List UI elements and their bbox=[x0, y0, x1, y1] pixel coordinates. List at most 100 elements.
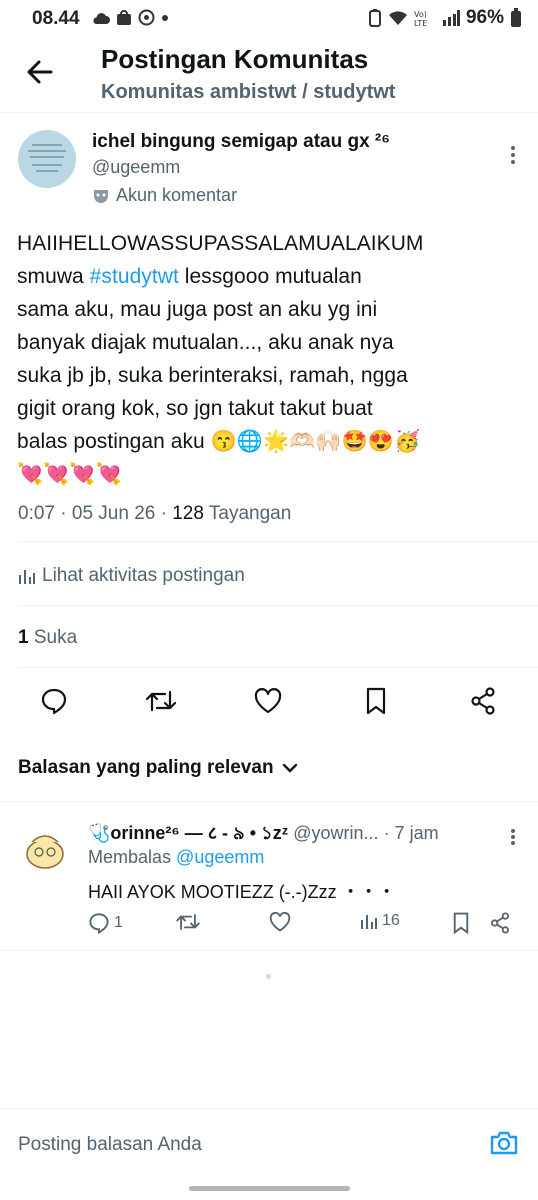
hashtag-link[interactable]: #studytwt bbox=[90, 265, 179, 288]
reply-more-button[interactable] bbox=[510, 828, 516, 846]
post-line-7: balas postingan aku 😙🌐🌟🫶🏻🙌🏻🤩😍🥳 bbox=[17, 430, 421, 453]
battery-percent: 96% bbox=[465, 7, 504, 28]
dot-icon bbox=[162, 14, 168, 21]
heart-icon bbox=[254, 688, 282, 714]
reply-item[interactable]: 🩺orinne²⁶ — ८ - ৯ • ১zᶻ @yowrin... · 7 j… bbox=[0, 801, 538, 951]
top-app-bar: Postingan Komunitas Komunitas ambistwt /… bbox=[0, 36, 538, 113]
reply-icon bbox=[41, 688, 67, 715]
loading-indicator bbox=[266, 974, 271, 979]
reply-view-count: 16 bbox=[382, 912, 400, 929]
share-button[interactable] bbox=[463, 681, 503, 721]
account-type-text: Akun komentar bbox=[116, 185, 238, 205]
post-text: HAIIHELLOWASSUPASSALAMUALAIKUM smuwa #st… bbox=[17, 227, 522, 491]
likes-label: Suka bbox=[33, 627, 78, 648]
heart-icon bbox=[269, 912, 291, 932]
reply-input[interactable]: Posting balasan Anda bbox=[18, 1134, 202, 1156]
post-date: 05 Jun 26 bbox=[71, 503, 156, 524]
views-count: 128 bbox=[172, 503, 204, 524]
reply-author-name[interactable]: 🩺orinne²⁶ — ८ - ৯ • ১zᶻ bbox=[88, 823, 288, 843]
post-meta: 0:07 · 05 Jun 26 · 128 Tayangan bbox=[18, 503, 292, 524]
post-line-6: gigit orang kok, so jgn takut takut buat bbox=[17, 397, 373, 420]
author-name[interactable]: ichel bingung semigap atau gx ²⁶ bbox=[92, 131, 390, 153]
gesture-bar[interactable] bbox=[189, 1186, 350, 1191]
post-line-2-prefix: smuwa bbox=[17, 265, 84, 288]
share-icon bbox=[491, 912, 509, 934]
wifi-icon bbox=[388, 11, 407, 25]
reply-reply-button[interactable]: 1 bbox=[88, 912, 123, 934]
author-handle[interactable]: @ugeemm bbox=[92, 157, 180, 178]
post-line-8: 💘💘💘💘 bbox=[17, 463, 122, 486]
reply-composer[interactable]: Posting balasan Anda bbox=[0, 1108, 538, 1179]
signal-icon bbox=[442, 10, 460, 26]
bookmark-button[interactable] bbox=[356, 681, 396, 721]
reply-icon bbox=[89, 913, 109, 934]
divider bbox=[18, 667, 538, 668]
replies-sort-dropdown[interactable]: Balasan yang paling relevan bbox=[18, 757, 298, 779]
share-icon bbox=[471, 687, 495, 715]
back-arrow-icon bbox=[27, 60, 53, 84]
reply-time: · 7 jam bbox=[383, 823, 439, 843]
chart-bars-icon bbox=[19, 570, 35, 584]
mask-icon bbox=[94, 189, 108, 203]
divider bbox=[18, 605, 538, 606]
replying-to: Membalas @ugeemm bbox=[88, 847, 264, 868]
replies-sort-label: Balasan yang paling relevan bbox=[18, 757, 274, 778]
post-activity-link[interactable]: Lihat aktivitas postingan bbox=[18, 565, 245, 587]
repost-icon bbox=[176, 914, 200, 930]
whatsapp-icon bbox=[138, 9, 155, 26]
cloud-icon bbox=[93, 12, 110, 24]
post-time: 0:07 bbox=[18, 503, 55, 524]
chart-bars-icon bbox=[361, 915, 377, 929]
back-button[interactable] bbox=[24, 56, 56, 88]
post-line-1: HAIIHELLOWASSUPASSALAMUALAIKUM bbox=[17, 232, 424, 255]
reply-views-button[interactable]: 16 bbox=[360, 912, 400, 930]
page-title: Postingan Komunitas bbox=[101, 44, 369, 74]
reply-header: 🩺orinne²⁶ — ८ - ৯ • ১zᶻ @yowrin... · 7 j… bbox=[88, 819, 439, 850]
chevron-down-icon bbox=[282, 763, 297, 773]
bookmark-icon bbox=[366, 687, 386, 715]
repost-icon bbox=[146, 690, 176, 712]
camera-button[interactable] bbox=[490, 1130, 518, 1156]
reply-actions: 1 16 bbox=[88, 912, 518, 940]
svg-text:Vo): Vo) bbox=[414, 10, 427, 19]
post-line-2: smuwa #studytwt lessgooo mutualan bbox=[17, 260, 522, 293]
more-vertical-icon bbox=[511, 829, 515, 845]
reply-text: HAII AYOK MOOTIEZZ (-.-)Zzz ・・・ bbox=[88, 882, 396, 902]
bookmark-icon bbox=[453, 912, 469, 934]
author-avatar[interactable] bbox=[18, 130, 76, 188]
reply-reply-count: 1 bbox=[114, 914, 123, 931]
more-vertical-icon bbox=[511, 146, 515, 164]
reply-repost-button[interactable] bbox=[176, 912, 200, 932]
likes-count-link[interactable]: 1 Suka bbox=[18, 627, 77, 649]
like-button[interactable] bbox=[248, 681, 288, 721]
reply-button[interactable] bbox=[34, 681, 74, 721]
community-subtitle[interactable]: Komunitas ambistwt / studytwt bbox=[101, 81, 395, 104]
replying-prefix: Membalas bbox=[88, 847, 172, 867]
battery-icon bbox=[511, 8, 521, 27]
reply-handle[interactable]: @yowrin... bbox=[293, 823, 378, 843]
lte-icon: Vo)LTE bbox=[414, 10, 427, 27]
shop-icon bbox=[117, 9, 131, 25]
repost-button[interactable] bbox=[141, 681, 181, 721]
camera-icon bbox=[490, 1131, 518, 1155]
system-icons: Vo) LTE 96% bbox=[368, 7, 522, 29]
replying-to-handle[interactable]: @ugeemm bbox=[176, 847, 264, 867]
post-actions bbox=[0, 681, 538, 721]
post-line-2-rest: lessgooo mutualan bbox=[184, 265, 362, 288]
status-time: 08.44 bbox=[32, 8, 80, 29]
post-line-5: suka jb jb, suka berinteraksi, ramah, ng… bbox=[17, 364, 408, 387]
notification-icons bbox=[92, 9, 169, 26]
views-label: Tayangan bbox=[208, 503, 292, 524]
reply-like-button[interactable] bbox=[269, 912, 291, 932]
svg-text:LTE: LTE bbox=[414, 19, 427, 27]
post-line-4: banyak diajak mutualan..., aku anak nya bbox=[17, 331, 394, 354]
reply-bookmark-button[interactable] bbox=[452, 912, 470, 934]
likes-count: 1 bbox=[18, 627, 29, 648]
character-avatar-icon bbox=[26, 835, 64, 869]
reply-share-button[interactable] bbox=[490, 912, 510, 934]
battery-saver-icon bbox=[368, 9, 381, 27]
post-more-button[interactable] bbox=[510, 145, 516, 165]
reply-avatar[interactable] bbox=[20, 824, 70, 874]
account-type-label: Akun komentar bbox=[92, 185, 237, 206]
status-bar: 08.44 Vo) LTE 96% bbox=[0, 0, 538, 34]
